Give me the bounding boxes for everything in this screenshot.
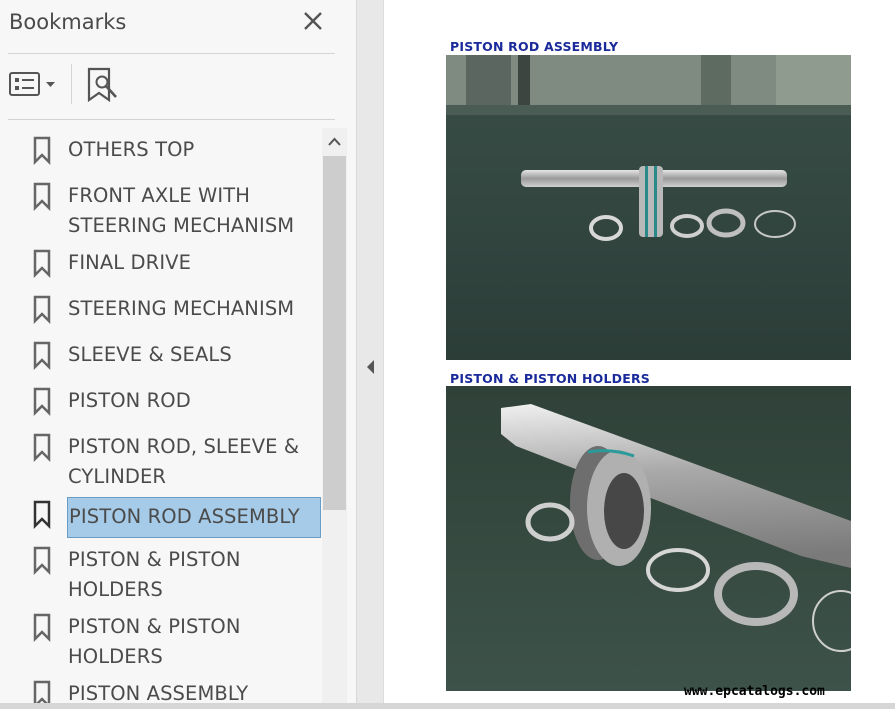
panel-splitter[interactable]: [357, 0, 384, 709]
bookmark-label-line2: HOLDERS: [68, 578, 163, 601]
bookmark-icon: [33, 182, 51, 212]
bookmark-icon: [33, 546, 51, 576]
collapse-panel-icon[interactable]: [364, 357, 378, 377]
bookmark-label: STEERING MECHANISM: [68, 297, 295, 320]
bookmark-icon: [33, 136, 51, 166]
bookmark-icon: [33, 295, 51, 325]
bookmark-label-line2: STEERING MECHANISM: [68, 214, 295, 237]
bookmark-icon: [33, 249, 51, 279]
bookmark-scrollbar[interactable]: [322, 128, 347, 709]
watermark: www.epcatalogs.com: [684, 684, 825, 699]
bookmark-label: FINAL DRIVE: [68, 251, 192, 274]
panel-divider: [8, 119, 335, 120]
bookmark-label: FRONT AXLE WITH: [68, 184, 250, 207]
photo-piston-holders: [446, 386, 851, 691]
bookmark-icon: [33, 341, 51, 371]
find-current-bookmark-icon[interactable]: [85, 66, 121, 104]
bookmark-label-line2: HOLDERS: [68, 645, 163, 668]
bookmark-label: PISTON & PISTON: [68, 615, 241, 638]
panel-title: Bookmarks: [9, 10, 127, 34]
document-page: PISTON ROD ASSEMBLY PISTON & PISTON HOLD…: [384, 0, 895, 703]
panel-divider: [8, 53, 335, 54]
bookmark-icon: [33, 500, 51, 530]
horizontal-scrollbar[interactable]: [0, 703, 895, 709]
caption-piston-rod-assembly: PISTON ROD ASSEMBLY: [450, 39, 619, 54]
bookmark-list: OTHERS TOP FRONT AXLE WITH STEERING MECH…: [0, 128, 322, 709]
bookmark-icon: [33, 433, 51, 463]
bookmark-label: OTHERS TOP: [68, 138, 195, 161]
bookmark-label: PISTON ROD, SLEEVE &: [68, 435, 300, 458]
toolbar-separator: [71, 64, 72, 104]
bookmark-options-button[interactable]: [8, 68, 58, 100]
bookmarks-panel: Bookmarks OTHERS TOP FRONT AXLE WITH STE…: [0, 0, 357, 709]
bookmark-label: PISTON & PISTON: [68, 548, 241, 571]
bookmark-label: PISTON ROD: [68, 389, 191, 412]
scroll-up-icon[interactable]: [322, 128, 347, 156]
scroll-thumb[interactable]: [323, 156, 346, 510]
bookmark-label: PISTON ROD ASSEMBLY: [67, 497, 321, 538]
caption-piston-holders: PISTON & PISTON HOLDERS: [450, 371, 651, 386]
bookmark-label-line2: CYLINDER: [68, 465, 167, 488]
bookmark-label: SLEEVE & SEALS: [68, 343, 232, 366]
bookmark-icon: [33, 613, 51, 643]
close-icon[interactable]: [300, 8, 326, 34]
bookmark-icon: [33, 387, 51, 417]
photo-piston-rod-assembly: [446, 55, 851, 360]
